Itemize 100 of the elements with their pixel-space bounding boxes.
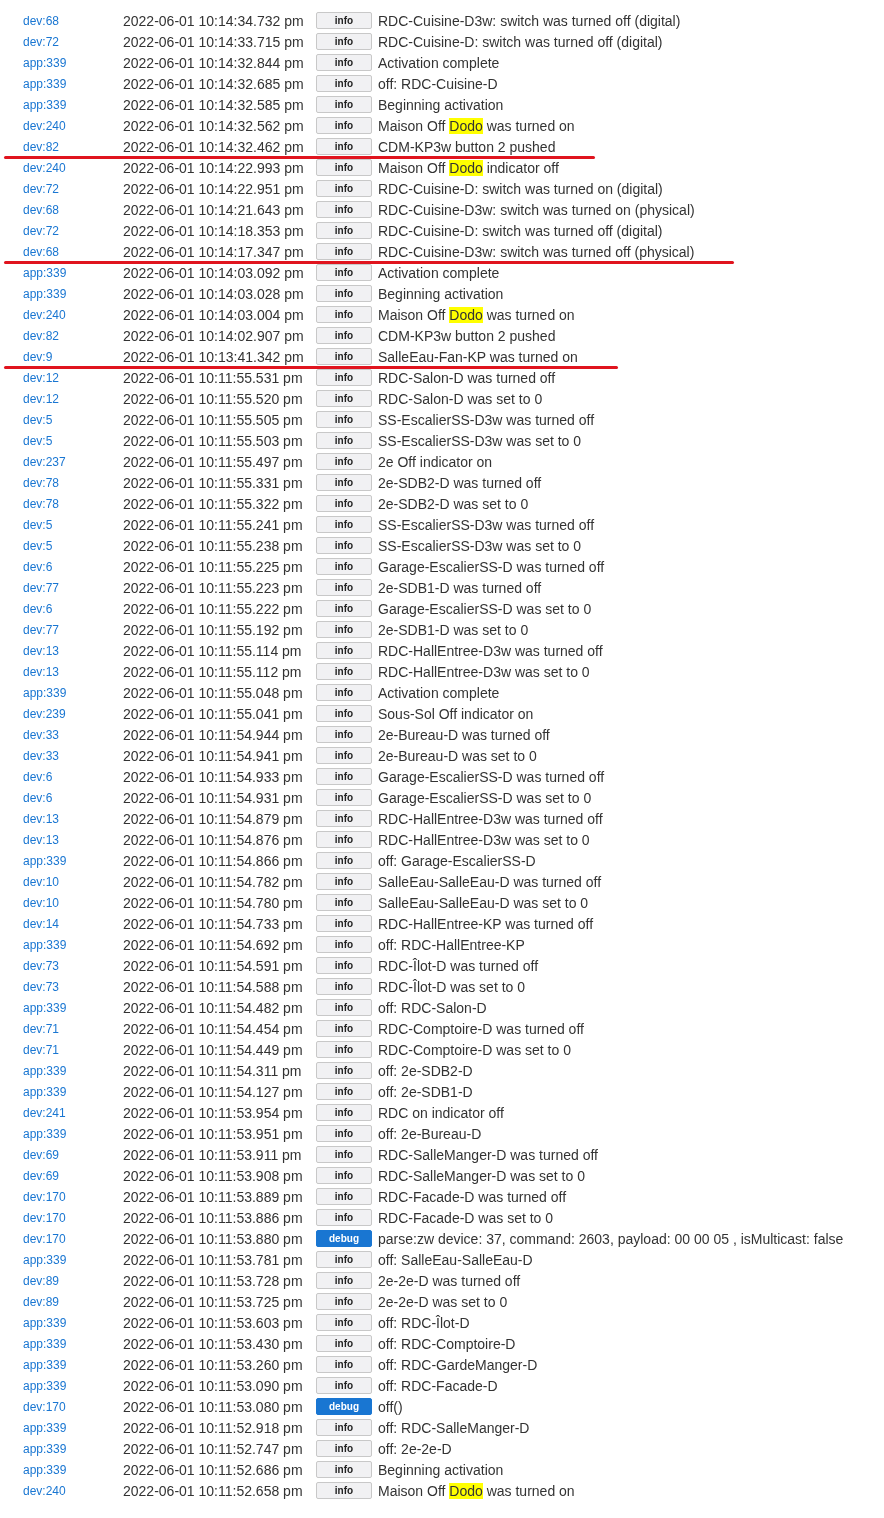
- timestamp: 2022-06-01 10:14:32.562 pm: [123, 117, 305, 134]
- source-link[interactable]: app:339: [0, 286, 123, 301]
- level-badge: info: [316, 642, 372, 659]
- source-link[interactable]: app:339: [0, 1378, 123, 1393]
- source-link[interactable]: dev:72: [0, 181, 123, 196]
- level-badge: info: [316, 957, 372, 974]
- source-link[interactable]: dev:89: [0, 1294, 123, 1309]
- timestamp: 2022-06-01 10:11:54.866 pm: [123, 852, 304, 869]
- source-link[interactable]: app:339: [0, 1252, 123, 1267]
- level-badge: info: [316, 222, 372, 239]
- source-link[interactable]: app:339: [0, 937, 123, 952]
- timestamp: 2022-06-01 10:13:41.342 pm: [123, 348, 305, 365]
- level-badge: info: [316, 54, 372, 71]
- source-link[interactable]: dev:240: [0, 307, 123, 322]
- source-link[interactable]: dev:73: [0, 958, 123, 973]
- source-link[interactable]: dev:77: [0, 580, 123, 595]
- source-link[interactable]: dev:6: [0, 769, 123, 784]
- source-link[interactable]: dev:170: [0, 1399, 123, 1414]
- source-link[interactable]: dev:72: [0, 223, 123, 238]
- source-link[interactable]: app:339: [0, 76, 123, 91]
- source-link[interactable]: app:339: [0, 1420, 123, 1435]
- source-link[interactable]: dev:78: [0, 475, 123, 490]
- source-link[interactable]: dev:5: [0, 433, 123, 448]
- level-badge: info: [316, 1209, 372, 1226]
- source-link[interactable]: dev:239: [0, 706, 123, 721]
- source-link[interactable]: app:339: [0, 1462, 123, 1477]
- source-link[interactable]: dev:5: [0, 412, 123, 427]
- source-link[interactable]: dev:12: [0, 370, 123, 385]
- timestamp: 2022-06-01 10:11:54.733 pm: [123, 915, 304, 932]
- timestamp: 2022-06-01 10:14:18.353 pm: [123, 222, 305, 239]
- source-link[interactable]: dev:241: [0, 1105, 123, 1120]
- source-link[interactable]: dev:33: [0, 748, 123, 763]
- source-link[interactable]: dev:77: [0, 622, 123, 637]
- source-link[interactable]: dev:82: [0, 328, 123, 343]
- timestamp: 2022-06-01 10:11:53.951 pm: [123, 1125, 304, 1142]
- source-link[interactable]: dev:33: [0, 727, 123, 742]
- source-link[interactable]: dev:13: [0, 832, 123, 847]
- source-link[interactable]: dev:6: [0, 790, 123, 805]
- source-link[interactable]: app:339: [0, 1063, 123, 1078]
- source-link[interactable]: dev:68: [0, 202, 123, 217]
- source-link[interactable]: dev:9: [0, 349, 123, 364]
- source-link[interactable]: dev:237: [0, 454, 123, 469]
- log-message: RDC-Cuisine-D3w: switch was turned on (physical): [378, 201, 695, 218]
- source-link[interactable]: app:339: [0, 265, 123, 280]
- source-link[interactable]: dev:240: [0, 160, 123, 175]
- source-link[interactable]: dev:82: [0, 139, 123, 154]
- source-link[interactable]: dev:240: [0, 118, 123, 133]
- source-link[interactable]: dev:69: [0, 1147, 123, 1162]
- source-link[interactable]: dev:13: [0, 811, 123, 826]
- source-link[interactable]: app:339: [0, 685, 123, 700]
- log-message: RDC-Comptoire-D was set to 0: [378, 1041, 571, 1058]
- source-link[interactable]: app:339: [0, 1315, 123, 1330]
- source-link[interactable]: app:339: [0, 1126, 123, 1141]
- timestamp: 2022-06-01 10:11:54.482 pm: [123, 999, 304, 1016]
- log-message: Activation complete: [378, 264, 500, 281]
- source-link[interactable]: dev:69: [0, 1168, 123, 1183]
- source-link[interactable]: app:339: [0, 853, 123, 868]
- source-link[interactable]: dev:6: [0, 559, 123, 574]
- timestamp: 2022-06-01 10:11:52.918 pm: [123, 1419, 304, 1436]
- source-link[interactable]: dev:170: [0, 1189, 123, 1204]
- source-link[interactable]: dev:68: [0, 244, 123, 259]
- log-message: RDC-HallEntree-D3w was turned off: [378, 810, 603, 827]
- timestamp: 2022-06-01 10:14:34.732 pm: [123, 12, 305, 29]
- source-link[interactable]: dev:72: [0, 34, 123, 49]
- source-link[interactable]: dev:5: [0, 538, 123, 553]
- source-link[interactable]: app:339: [0, 1357, 123, 1372]
- source-link[interactable]: app:339: [0, 97, 123, 112]
- source-link[interactable]: dev:78: [0, 496, 123, 511]
- source-link[interactable]: app:339: [0, 55, 123, 70]
- timestamp: 2022-06-01 10:11:52.686 pm: [123, 1461, 304, 1478]
- source-link[interactable]: app:339: [0, 1441, 123, 1456]
- level-badge: info: [316, 432, 372, 449]
- log-message: SalleEau-SalleEau-D was turned off: [378, 873, 602, 890]
- timestamp: 2022-06-01 10:11:53.880 pm: [123, 1230, 304, 1247]
- source-link[interactable]: dev:14: [0, 916, 123, 931]
- source-link[interactable]: dev:71: [0, 1021, 123, 1036]
- timestamp: 2022-06-01 10:11:53.725 pm: [123, 1293, 304, 1310]
- source-link[interactable]: dev:68: [0, 13, 123, 28]
- source-link[interactable]: dev:10: [0, 874, 123, 889]
- source-link[interactable]: dev:240: [0, 1483, 123, 1498]
- source-link[interactable]: dev:12: [0, 391, 123, 406]
- source-link[interactable]: app:339: [0, 1336, 123, 1351]
- timestamp: 2022-06-01 10:14:21.643 pm: [123, 201, 305, 218]
- log-message: RDC-Comptoire-D was turned off: [378, 1020, 584, 1037]
- log-message: Garage-EscalierSS-D was turned off: [378, 768, 605, 785]
- source-link[interactable]: dev:73: [0, 979, 123, 994]
- log-message: RDC-Cuisine-D: switch was turned off (digital): [378, 222, 663, 239]
- source-link[interactable]: dev:10: [0, 895, 123, 910]
- source-link[interactable]: dev:6: [0, 601, 123, 616]
- timestamp: 2022-06-01 10:14:22.951 pm: [123, 180, 305, 197]
- source-link[interactable]: dev:71: [0, 1042, 123, 1057]
- source-link[interactable]: app:339: [0, 1084, 123, 1099]
- source-link[interactable]: dev:5: [0, 517, 123, 532]
- source-link[interactable]: dev:13: [0, 664, 123, 679]
- source-link[interactable]: app:339: [0, 1000, 123, 1015]
- source-link[interactable]: dev:89: [0, 1273, 123, 1288]
- source-link[interactable]: dev:13: [0, 643, 123, 658]
- source-link[interactable]: dev:170: [0, 1210, 123, 1225]
- source-link[interactable]: dev:170: [0, 1231, 123, 1246]
- timestamp: 2022-06-01 10:11:53.908 pm: [123, 1167, 304, 1184]
